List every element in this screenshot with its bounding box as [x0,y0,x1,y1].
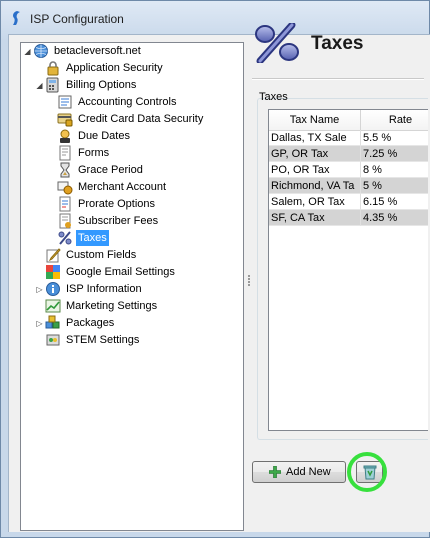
tree-item-label: Due Dates [78,130,130,142]
tree-item-merchant-account[interactable]: Merchant Account [57,179,237,195]
tree-item-taxes[interactable]: Taxes [57,230,157,246]
hourglass-icon [60,162,70,178]
tree-item-label: ISP Information [66,283,142,295]
tree-item-accounting-controls[interactable]: Accounting Controls [57,94,237,110]
tax-name-cell[interactable]: PO, OR Tax [269,162,361,178]
tree-item-custom-fields[interactable]: Custom Fields [45,247,235,263]
column-header-tax-name[interactable]: Tax Name [269,110,361,130]
tax-rate-cell[interactable]: 7.25 % [361,146,428,162]
tree-item-credit-card-data-security[interactable]: Credit Card Data Security [57,111,237,127]
tree-item-google-email-settings[interactable]: Google Email Settings [45,264,235,280]
tree-item-label: Forms [78,147,110,159]
highlight-ring [347,452,387,492]
tax-name-cell[interactable]: Dallas, TX Sale [269,130,361,146]
tree-item-label: Grace Period [78,164,143,176]
tax-rate-cell[interactable]: 8 % [361,162,428,178]
tree-item-marketing-settings[interactable]: Marketing Settings [45,298,235,314]
tree-item-application-security[interactable]: Application Security [45,60,235,76]
percent-icon [255,23,299,63]
tree-item-label: Prorate Options [78,198,156,210]
merchant-icon [57,181,73,195]
tax-name-cell[interactable]: SF, CA Tax [269,210,361,226]
tree-item-due-dates[interactable]: Due Dates [57,128,237,144]
table-row[interactable]: PO, OR Tax 8 % [269,162,428,178]
tree-item-label: STEM Settings [66,334,140,346]
taxes-table[interactable]: Tax Name Rate Dallas, TX Sale 5.5 % GP, … [268,109,428,431]
info-icon [46,282,60,296]
tax-name-cell[interactable]: GP, OR Tax [269,146,361,162]
collapse-arrow-icon[interactable]: ◢ [35,81,44,90]
header-divider [252,78,424,80]
tree-item-label: Google Email Settings [66,266,175,278]
tree-item-label: Taxes [76,230,109,246]
taxes-group-label: Taxes [259,91,288,103]
tax-rate-cell[interactable]: 5.5 % [361,130,428,146]
tax-rate-cell[interactable]: 5 % [361,178,428,194]
tree-item-label: Subscriber Fees [78,215,159,227]
tree-item-label: Application Security [66,62,163,74]
tree-item-isp-information[interactable]: ISP Information [45,281,235,297]
collapse-arrow-icon[interactable]: ◢ [23,47,32,56]
pencil-icon [46,248,61,263]
forms-icon [59,145,71,161]
packages-icon [45,315,60,329]
tax-rate-cell[interactable]: 6.15 % [361,194,428,210]
tree-item-label: Marketing Settings [66,300,158,312]
tree-root[interactable]: betacleversoft.net [33,43,233,59]
tree-item-label: Credit Card Data Security [78,113,204,125]
tree-item-label: Billing Options [66,79,137,91]
table-row[interactable]: Dallas, TX Sale 5.5 % [269,130,428,146]
prorate-icon [59,196,71,212]
tree-item-label: Packages [66,317,115,329]
table-header: Tax Name Rate [269,110,428,131]
tree-item-label: Accounting Controls [78,96,177,108]
chart-icon [45,299,61,313]
google-icon [46,265,60,279]
due-dates-icon [60,129,70,143]
tax-name-cell[interactable]: Richmond, VA Ta [269,178,361,194]
accounting-icon [58,95,72,109]
add-new-label: Add New [286,466,331,478]
globe-icon [34,44,48,58]
tree-item-packages[interactable]: Packages [45,315,235,331]
tree-root-label: betacleversoft.net [54,45,141,57]
fees-icon [59,213,71,229]
table-row[interactable]: Salem, OR Tax 6.15 % [269,194,428,210]
tree-item-grace-period[interactable]: Grace Period [57,162,237,178]
tree-item-stem-settings[interactable]: STEM Settings [45,332,235,348]
title-bar[interactable]: ISP Configuration [1,1,429,33]
add-new-button[interactable]: Add New [252,461,346,483]
panel-splitter[interactable] [248,275,251,287]
table-row[interactable]: GP, OR Tax 7.25 % [269,146,428,162]
tree-item-prorate-options[interactable]: Prorate Options [57,196,237,212]
expand-arrow-icon[interactable]: ▷ [35,319,44,328]
tree-item-billing-options[interactable]: Billing Options [45,77,235,93]
app-logo-icon [13,11,20,25]
tree-item-label: Merchant Account [78,181,167,193]
percent-icon [58,231,72,245]
tree-item-label: Custom Fields [66,249,137,261]
tree-item-subscriber-fees[interactable]: Subscriber Fees [57,213,237,229]
credit-card-icon [57,113,73,127]
window-title: ISP Configuration [30,12,124,26]
calculator-icon [46,77,59,93]
lock-icon [47,61,59,76]
table-row[interactable]: SF, CA Tax 4.35 % [269,210,428,226]
column-header-rate[interactable]: Rate [361,110,428,130]
tree-item-forms[interactable]: Forms [57,145,237,161]
tax-name-cell[interactable]: Salem, OR Tax [269,194,361,210]
app-window: ISP Configuration ◢ betacleversoft.net A… [0,0,430,538]
settings-tree[interactable]: ◢ betacleversoft.net Application Securit… [20,42,244,531]
page-title: Taxes [311,33,364,54]
expand-arrow-icon[interactable]: ▷ [35,285,44,294]
stem-icon [46,334,60,346]
tax-rate-cell[interactable]: 4.35 % [361,210,428,226]
table-row[interactable]: Richmond, VA Ta 5 % [269,178,428,194]
plus-icon [269,466,281,478]
